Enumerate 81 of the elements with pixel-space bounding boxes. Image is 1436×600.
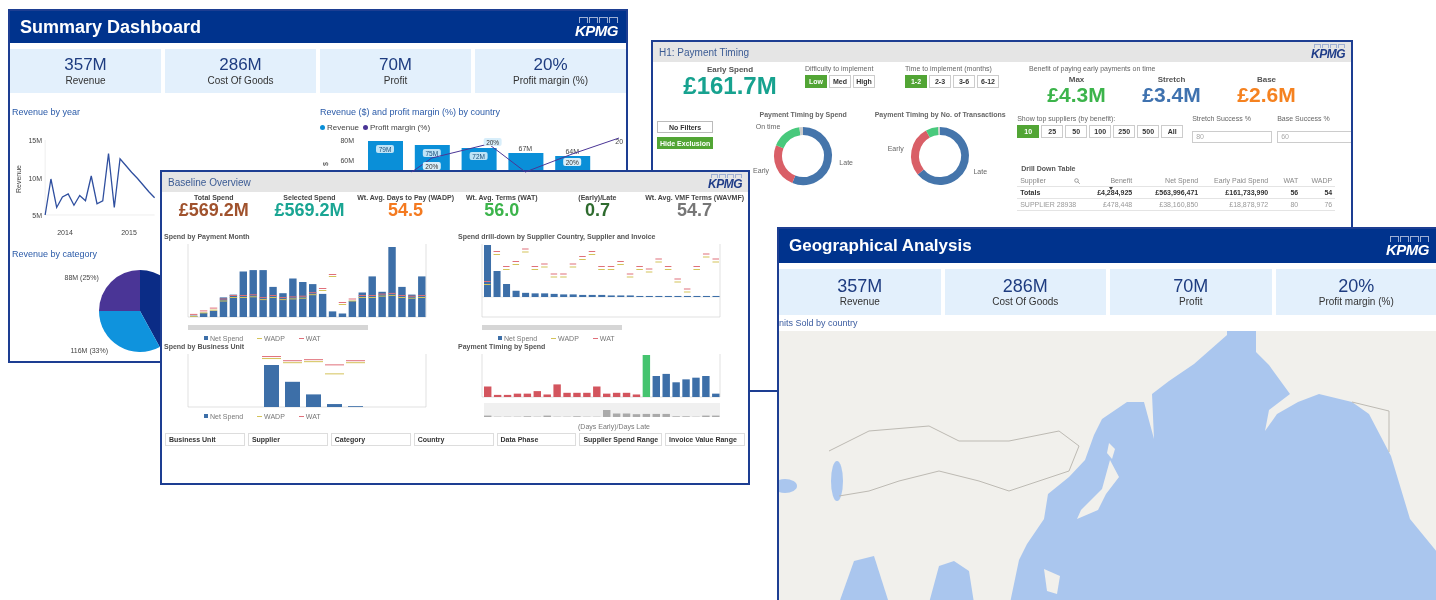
kpi-label: Profit margin (%) (513, 74, 588, 86)
kpi-label: Profit margin (%) (1318, 296, 1394, 308)
kpi-label: Revenue (839, 296, 880, 308)
company-logo: KPMG (708, 174, 742, 190)
donut-chart-drawing (911, 127, 970, 185)
company-logo: KPMG (1386, 235, 1429, 257)
bar (418, 276, 426, 317)
bar (285, 381, 300, 407)
chart-title: Revenue ($) and profit margin (%) by country (320, 107, 502, 117)
kpi-value: 70M (1173, 276, 1209, 297)
kpi-label: Revenue (65, 74, 106, 86)
kpi-label: Early Spend (705, 65, 755, 74)
legend-label: Revenue (327, 123, 360, 132)
chart-title: nits Sold by country (779, 317, 859, 330)
bar (593, 386, 601, 397)
kpi-value: 286M (219, 56, 262, 75)
range-navigator[interactable] (484, 402, 720, 417)
bar (563, 392, 571, 397)
scrollbar[interactable] (188, 324, 368, 330)
kpi-value: £2.6M (1237, 84, 1296, 105)
bar (299, 281, 307, 317)
kpi-label: Profit (1179, 296, 1203, 308)
bar (378, 291, 386, 317)
kpi-value: £4.3M (1047, 84, 1106, 105)
bar (702, 375, 710, 397)
kpi-value: 56.0 (484, 201, 520, 221)
bar (368, 276, 376, 317)
bar (573, 392, 581, 397)
sheet-title: H1: Payment Timing (659, 46, 750, 58)
bar (672, 382, 680, 397)
bar (408, 294, 416, 317)
dashboard-title: Summary Dashboard (20, 16, 202, 38)
bar (583, 392, 591, 397)
chart-title: Revenue by year (12, 107, 82, 117)
legend-label: Profit margin (%) (370, 123, 431, 132)
bar (306, 394, 321, 407)
kpi-value: 0.7 (584, 201, 610, 221)
kpi-label: Max (1068, 75, 1085, 84)
kpi-value: 20% (1338, 276, 1375, 297)
bar (682, 379, 690, 397)
bar (269, 286, 277, 317)
kpi-label: Profit (383, 74, 408, 86)
bar (259, 269, 267, 317)
sort-icon (1109, 187, 1114, 190)
kpi-value: 54.7 (677, 201, 713, 221)
company-logo: KPMG (575, 16, 618, 38)
bar (264, 364, 279, 407)
bar (289, 278, 297, 317)
kpi-value: £161.7M (682, 74, 778, 98)
kpi-label: Stretch (1157, 75, 1186, 84)
kpi-label: Cost Of Goods (207, 74, 274, 86)
bar (327, 403, 342, 407)
bar (553, 384, 561, 397)
bar (398, 286, 406, 317)
kpi-value: 20% (533, 56, 568, 75)
kpi-value: £569.2M (274, 201, 345, 221)
kpi-value: £569.2M (178, 201, 249, 221)
scrollbar[interactable] (482, 324, 622, 330)
kpi-value: 286M (1002, 276, 1048, 297)
bar (484, 244, 491, 297)
chart-title: Revenue by category (12, 249, 99, 259)
company-logo: KPMG (1311, 44, 1345, 60)
bar (493, 270, 501, 297)
bar (543, 394, 551, 397)
kpi-value: £3.4M (1142, 84, 1201, 105)
kpi-value: 357M (837, 276, 883, 297)
kpi-label: Cost Of Goods (992, 296, 1059, 308)
bar (712, 393, 720, 397)
bar (249, 269, 257, 317)
bar (279, 293, 287, 317)
dashboard-title: Geographical Analysis (789, 236, 972, 256)
kpi-value: 357M (64, 56, 107, 75)
bar (388, 246, 396, 317)
kpi-value: 54.5 (388, 201, 424, 221)
kpi-label: Base (1256, 75, 1277, 84)
bar (662, 373, 670, 397)
donut-chart-drawing (774, 127, 833, 185)
search-icon[interactable] (1074, 177, 1081, 184)
kpi-value: 70M (378, 56, 413, 75)
sheet-title: Baseline Overview (168, 176, 251, 188)
bar (692, 377, 700, 397)
